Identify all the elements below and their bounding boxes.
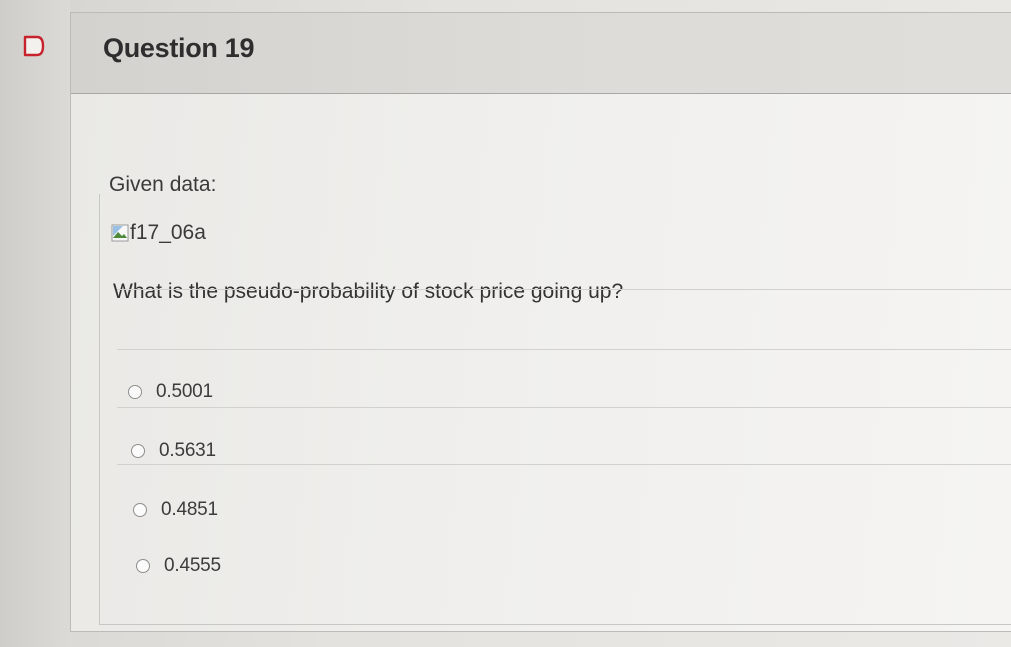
answer-label: 0.5001: [156, 381, 213, 402]
answer-divider: [117, 407, 1011, 408]
flag-question-icon[interactable]: [22, 35, 46, 57]
answer-label: 0.5631: [159, 440, 216, 461]
answer-option[interactable]: 0.4851: [133, 499, 218, 521]
answer-divider: [117, 464, 1011, 465]
answer-option[interactable]: 0.5001: [128, 381, 213, 403]
question-prompt: What is the pseudo-probability of stock …: [113, 280, 624, 303]
radio-button[interactable]: [133, 503, 147, 517]
radio-button[interactable]: [131, 444, 145, 458]
question-card: Question 19 Given data: f17_06a What is …: [70, 12, 1011, 632]
answer-label: 0.4851: [161, 499, 218, 520]
answer-label: 0.4555: [164, 555, 221, 576]
answers-panel: [99, 194, 1011, 625]
answer-option[interactable]: 0.5631: [131, 440, 216, 462]
answer-option[interactable]: 0.4555: [136, 555, 221, 577]
question-header: Question 19: [71, 13, 1011, 94]
image-alt-text: f17_06a: [130, 221, 206, 244]
page-edge: [0, 0, 70, 647]
question-title: Question 19: [103, 33, 255, 63]
question-image: f17_06a: [111, 219, 206, 247]
given-data-label: Given data:: [109, 173, 217, 196]
radio-button[interactable]: [128, 385, 142, 399]
radio-button[interactable]: [136, 559, 150, 573]
answer-divider: [117, 289, 1011, 290]
question-body: Given data: f17_06a What is the pseudo-p…: [71, 94, 1011, 631]
broken-image-icon: [111, 224, 129, 242]
answer-divider: [117, 349, 1011, 350]
